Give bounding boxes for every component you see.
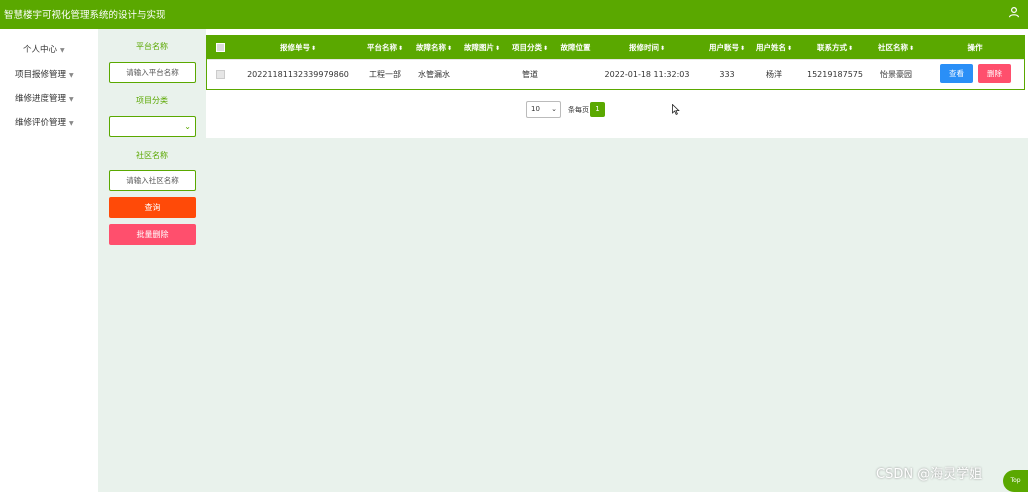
view-button[interactable]: 查看 bbox=[940, 64, 973, 83]
column-header[interactable]: 平台名称⬍ bbox=[361, 36, 409, 59]
query-button[interactable]: 查询 bbox=[109, 197, 196, 218]
chevron-down-icon: ⌄ bbox=[184, 122, 191, 131]
page-number-button[interactable]: 1 bbox=[590, 102, 605, 117]
sidebar-item-label: 个人中心 bbox=[23, 45, 58, 55]
category-label: 项目分类 bbox=[136, 96, 168, 105]
app-title: 智慧楼宇可视化管理系统的设计与实现 bbox=[4, 10, 166, 21]
column-header[interactable]: 报修时间⬍ bbox=[597, 36, 697, 59]
sidebar-item-personal-center[interactable]: 个人中心 ▼ bbox=[0, 43, 98, 55]
user-name-cell: 杨洋 bbox=[766, 70, 782, 79]
chevron-down-icon: ⌄ bbox=[551, 105, 557, 113]
contact-cell: 15219187575 bbox=[807, 70, 863, 79]
chevron-down-icon: ▼ bbox=[60, 47, 65, 54]
location-cell bbox=[553, 60, 598, 90]
page-size-value: 10 bbox=[531, 105, 540, 113]
filter-panel: 平台名称 请输入平台名称 项目分类 ⌄ 社区名称 请输入社区名称 查询 批量删除 bbox=[98, 29, 206, 492]
column-header[interactable]: 故障图片⬍ bbox=[458, 36, 506, 59]
data-table: 报修单号⬍ 平台名称⬍ 故障名称⬍ 故障图片⬍ 项目分类⬍ 故障位置 报修时间⬍… bbox=[206, 35, 1025, 90]
fault-image-cell bbox=[458, 60, 506, 90]
platform-label: 平台名称 bbox=[136, 42, 168, 51]
category-cell: 管道 bbox=[522, 70, 538, 79]
per-page-label: 条每页 bbox=[568, 106, 589, 114]
sidebar-item-label: 维修进度管理 bbox=[15, 94, 67, 104]
column-header[interactable]: 故障名称⬍ bbox=[410, 36, 458, 59]
column-header[interactable]: 社区名称⬍ bbox=[869, 36, 923, 59]
community-input[interactable]: 请输入社区名称 bbox=[109, 170, 196, 191]
sidebar-item-repair-progress[interactable]: 维修进度管理 ▼ bbox=[0, 92, 98, 104]
sidebar-item-repair-evaluation[interactable]: 维修评价管理 ▼ bbox=[0, 116, 98, 128]
category-select[interactable]: ⌄ bbox=[109, 116, 196, 137]
chevron-down-icon: ▼ bbox=[69, 72, 74, 79]
sidebar-item-label: 项目报修管理 bbox=[15, 70, 67, 80]
sidebar: 个人中心 ▼ 项目报修管理 ▼ 维修进度管理 ▼ 维修评价管理 ▼ bbox=[0, 29, 98, 492]
fault-name-cell: 水管漏水 bbox=[418, 70, 450, 79]
column-header[interactable]: 用户姓名⬍ bbox=[750, 36, 798, 59]
platform-cell: 工程一部 bbox=[369, 70, 401, 79]
select-all-checkbox[interactable] bbox=[216, 43, 225, 52]
top-bar: 智慧楼宇可视化管理系统的设计与实现 bbox=[0, 0, 1028, 29]
table-row: 20221181132339979860 工程一部 水管漏水 管道 2022-0… bbox=[207, 59, 1024, 89]
page-size-select[interactable]: 10 ⌄ bbox=[526, 101, 561, 118]
sidebar-item-label: 维修评价管理 bbox=[15, 118, 67, 128]
column-header[interactable]: 用户账号⬍ bbox=[703, 36, 751, 59]
community-cell: 怡景豪园 bbox=[880, 70, 912, 79]
batch-delete-button[interactable]: 批量删除 bbox=[109, 224, 196, 245]
community-label: 社区名称 bbox=[136, 151, 168, 160]
sidebar-item-repair-projects[interactable]: 项目报修管理 ▼ bbox=[0, 68, 98, 80]
report-time-cell: 2022-01-18 11:32:03 bbox=[604, 70, 690, 79]
chevron-down-icon: ▼ bbox=[69, 120, 74, 127]
watermark: CSDN @海灵学姐 bbox=[876, 467, 983, 482]
column-header: 操作 bbox=[967, 43, 983, 52]
row-checkbox[interactable] bbox=[216, 70, 225, 79]
column-header: 故障位置 bbox=[560, 43, 591, 52]
back-to-top-button[interactable]: Top bbox=[1003, 470, 1028, 492]
column-header[interactable]: 联系方式⬍ bbox=[803, 36, 867, 59]
platform-input[interactable]: 请输入平台名称 bbox=[109, 62, 196, 83]
user-icon[interactable] bbox=[1006, 4, 1022, 20]
account-cell: 333 bbox=[719, 70, 735, 79]
table-header: 报修单号⬍ 平台名称⬍ 故障名称⬍ 故障图片⬍ 项目分类⬍ 故障位置 报修时间⬍… bbox=[207, 36, 1024, 59]
main-content: 报修单号⬍ 平台名称⬍ 故障名称⬍ 故障图片⬍ 项目分类⬍ 故障位置 报修时间⬍… bbox=[206, 29, 1028, 138]
column-header[interactable]: 报修单号⬍ bbox=[243, 36, 353, 59]
column-header[interactable]: 项目分类⬍ bbox=[506, 36, 554, 59]
chevron-down-icon: ▼ bbox=[69, 96, 74, 103]
delete-button[interactable]: 删除 bbox=[978, 64, 1011, 83]
mouse-cursor-icon bbox=[672, 103, 680, 118]
order-no-cell: 20221181132339979860 bbox=[247, 70, 349, 79]
